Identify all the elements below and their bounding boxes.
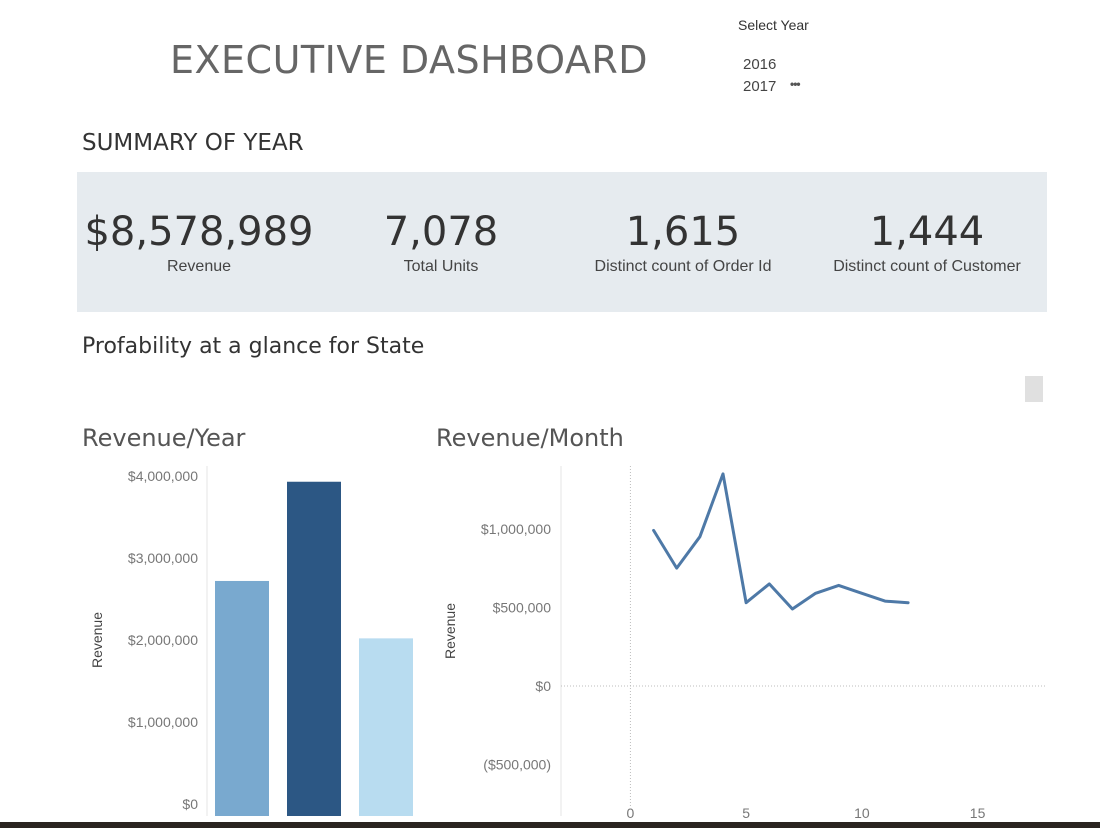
bar-y-tick: $2,000,000: [128, 632, 198, 648]
line-x-tick: 10: [854, 805, 870, 821]
revenue-line-series: [652, 472, 910, 611]
bottom-bar: [0, 822, 1100, 828]
line-y-tick: $0: [535, 678, 551, 694]
bar-y-tick: $4,000,000: [128, 468, 198, 484]
line-x-tick: 5: [742, 805, 750, 821]
line-chart: ($500,000) $0 $500,000 $1,000,000 0 5 10 15 Reve…: [442, 466, 1047, 821]
bar-3: [359, 638, 413, 816]
bar-chart: $0 $1,000,000 $2,000,000 $3,000,000 $4,000,0…: [89, 466, 413, 816]
bar-2: [287, 481, 341, 816]
bar-y-tick: $3,000,000: [128, 550, 198, 566]
bar-y-axis-label: Revenue: [89, 612, 105, 668]
bar-y-tick: $1,000,000: [128, 714, 198, 730]
bar-1: [215, 580, 269, 816]
line-y-tick: $1,000,000: [481, 521, 551, 537]
line-y-tick: $500,000: [493, 599, 552, 615]
line-x-tick: 15: [970, 805, 986, 821]
line-y-tick: ($500,000): [483, 757, 551, 773]
charts-svg: $0 $1,000,000 $2,000,000 $3,000,000 $4,000,0…: [89, 466, 1047, 821]
line-y-axis-label: Revenue: [442, 603, 458, 659]
line-x-tick: 0: [627, 805, 635, 821]
bar-y-tick: $0: [182, 796, 198, 812]
